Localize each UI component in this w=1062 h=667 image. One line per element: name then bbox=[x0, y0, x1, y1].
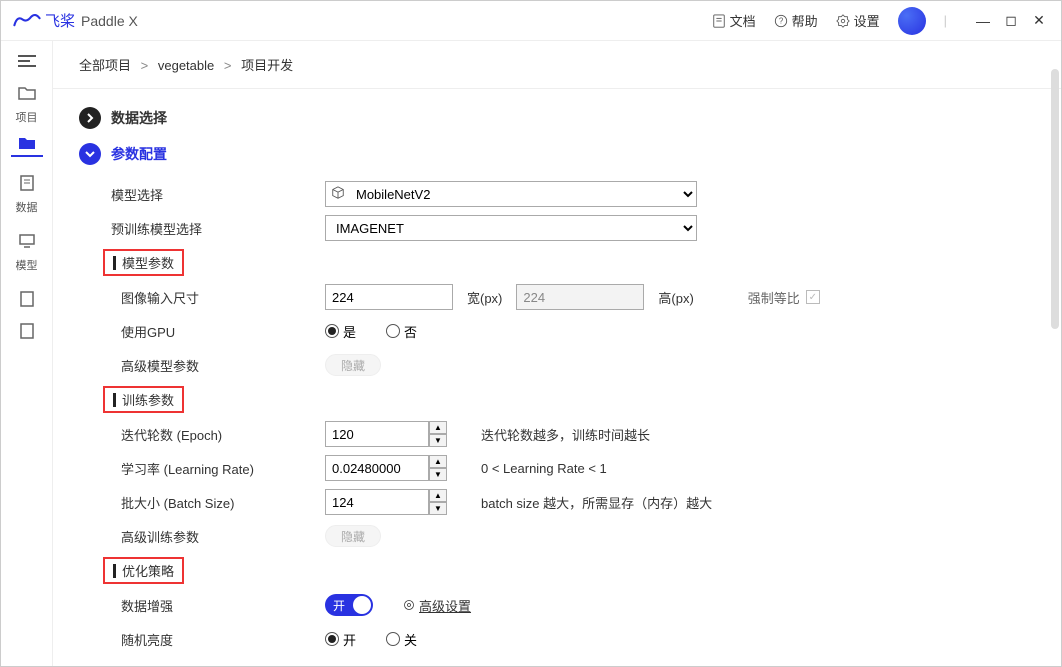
titlebar: 飞桨 Paddle X 文档 ? 帮助 设置 | — ◻ ✕ bbox=[1, 1, 1061, 41]
epoch-down[interactable]: ▼ bbox=[429, 434, 447, 447]
file2-icon bbox=[18, 291, 36, 307]
svg-text:?: ? bbox=[778, 16, 783, 25]
breadcrumb-project[interactable]: vegetable bbox=[158, 58, 214, 73]
contrast-label: 随机对比度 bbox=[107, 664, 325, 667]
input-height-field bbox=[516, 284, 644, 310]
adv-model-toggle[interactable]: 隐藏 bbox=[325, 354, 381, 376]
sidebar-toggle[interactable] bbox=[7, 47, 47, 75]
close-button[interactable]: ✕ bbox=[1029, 11, 1049, 31]
adv-settings-link[interactable]: 高级设置 bbox=[403, 596, 471, 615]
model-params-heading: 模型参数 bbox=[103, 249, 184, 276]
folder-icon bbox=[18, 85, 36, 101]
epoch-input[interactable] bbox=[325, 421, 429, 447]
batch-up[interactable]: ▲ bbox=[429, 489, 447, 502]
help-link[interactable]: ? 帮助 bbox=[774, 11, 818, 30]
lr-down[interactable]: ▼ bbox=[429, 468, 447, 481]
file3-icon bbox=[18, 323, 36, 339]
gpu-no-radio[interactable]: 否 bbox=[386, 322, 417, 341]
breadcrumb-root[interactable]: 全部项目 bbox=[79, 58, 131, 73]
epoch-up[interactable]: ▲ bbox=[429, 421, 447, 434]
docs-link[interactable]: 文档 bbox=[712, 11, 756, 30]
model-select[interactable]: MobileNetV2 bbox=[325, 181, 697, 207]
brightness-on-radio[interactable]: 开 bbox=[325, 630, 356, 649]
logo: 飞桨 Paddle X bbox=[13, 10, 138, 31]
section-param-config[interactable]: 参数配置 bbox=[79, 143, 1035, 165]
file-icon bbox=[18, 175, 36, 191]
main: 全部项目 > vegetable > 项目开发 数据选择 参数配置 模 bbox=[53, 41, 1061, 666]
sidebar-item-data-icon[interactable] bbox=[1, 167, 53, 197]
pretrain-label: 预训练模型选择 bbox=[107, 219, 325, 238]
scrollbar-thumb[interactable] bbox=[1051, 69, 1059, 329]
brightness-label: 随机亮度 bbox=[107, 630, 325, 649]
avatar[interactable] bbox=[898, 7, 926, 35]
aug-label: 数据增强 bbox=[107, 596, 325, 615]
batch-down[interactable]: ▼ bbox=[429, 502, 447, 515]
height-unit: 高(px) bbox=[658, 288, 693, 307]
sidebar-item-extra2[interactable] bbox=[1, 315, 53, 345]
use-gpu-label: 使用GPU bbox=[107, 322, 325, 341]
batch-input[interactable] bbox=[325, 489, 429, 515]
sidebar-item-model-label: 模型 bbox=[16, 257, 38, 273]
minimize-button[interactable]: — bbox=[973, 11, 993, 31]
opt-heading: 优化策略 bbox=[103, 557, 184, 584]
chevron-down-icon bbox=[79, 143, 101, 165]
epoch-hint: 迭代轮数越多，训练时间越长 bbox=[481, 425, 650, 444]
breadcrumb: 全部项目 > vegetable > 项目开发 bbox=[53, 41, 1061, 89]
sidebar-item-data-label: 数据 bbox=[16, 199, 38, 215]
adv-train-label: 高级训练参数 bbox=[107, 527, 325, 546]
brightness-off-radio[interactable]: 关 bbox=[386, 630, 417, 649]
lr-stepper[interactable]: ▲▼ bbox=[325, 455, 447, 481]
contrast-off-radio[interactable]: 关 bbox=[386, 664, 417, 667]
help-icon: ? bbox=[774, 14, 788, 28]
sidebar-item-model-icon[interactable] bbox=[1, 225, 53, 255]
maximize-button[interactable]: ◻ bbox=[1001, 11, 1021, 31]
breadcrumb-stage: 项目开发 bbox=[241, 58, 293, 73]
lr-hint: 0 < Learning Rate < 1 bbox=[481, 461, 607, 476]
sidebar: 项目 数据 模型 bbox=[1, 41, 53, 666]
input-width-field[interactable] bbox=[325, 284, 453, 310]
train-params-heading: 训练参数 bbox=[103, 386, 184, 413]
model-select-label: 模型选择 bbox=[107, 185, 325, 204]
lr-label: 学习率 (Learning Rate) bbox=[107, 459, 325, 478]
section-data-select[interactable]: 数据选择 bbox=[79, 107, 1035, 129]
contrast-on-radio[interactable]: 开 bbox=[325, 664, 356, 667]
monitor-icon bbox=[18, 233, 36, 249]
folder-filled-icon bbox=[18, 135, 36, 151]
brand-cn: 飞桨 bbox=[45, 10, 75, 31]
adv-train-toggle[interactable]: 隐藏 bbox=[325, 525, 381, 547]
aug-toggle[interactable]: 开 bbox=[325, 594, 373, 616]
input-size-label: 图像输入尺寸 bbox=[107, 288, 325, 307]
epoch-stepper[interactable]: ▲▼ bbox=[325, 421, 447, 447]
chevron-right-icon bbox=[79, 107, 101, 129]
pretrain-select[interactable]: IMAGENET bbox=[325, 215, 697, 241]
scrollbar[interactable] bbox=[1049, 45, 1059, 662]
lr-up[interactable]: ▲ bbox=[429, 455, 447, 468]
paddle-logo-icon bbox=[13, 11, 41, 31]
menu-icon bbox=[18, 54, 36, 68]
force-ratio-checkbox[interactable]: 强制等比 ✓ bbox=[748, 288, 820, 307]
gear-small-icon bbox=[403, 599, 415, 611]
batch-label: 批大小 (Batch Size) bbox=[107, 493, 325, 512]
lr-input[interactable] bbox=[325, 455, 429, 481]
separator: | bbox=[944, 13, 947, 28]
doc-icon bbox=[712, 14, 726, 28]
gear-icon bbox=[836, 14, 850, 28]
gpu-yes-radio[interactable]: 是 bbox=[325, 322, 356, 341]
width-unit: 宽(px) bbox=[467, 288, 502, 307]
sidebar-item-project-icon[interactable] bbox=[1, 77, 53, 107]
sidebar-item-project-active[interactable] bbox=[1, 127, 53, 157]
epoch-label: 迭代轮数 (Epoch) bbox=[107, 425, 325, 444]
settings-link[interactable]: 设置 bbox=[836, 11, 880, 30]
adv-model-label: 高级模型参数 bbox=[107, 356, 325, 375]
brand-en: Paddle X bbox=[81, 13, 138, 29]
batch-hint: batch size 越大，所需显存（内存）越大 bbox=[481, 493, 712, 512]
sidebar-item-extra1[interactable] bbox=[1, 283, 53, 313]
check-icon: ✓ bbox=[806, 290, 820, 304]
batch-stepper[interactable]: ▲▼ bbox=[325, 489, 447, 515]
sidebar-item-project-label: 项目 bbox=[16, 109, 38, 125]
